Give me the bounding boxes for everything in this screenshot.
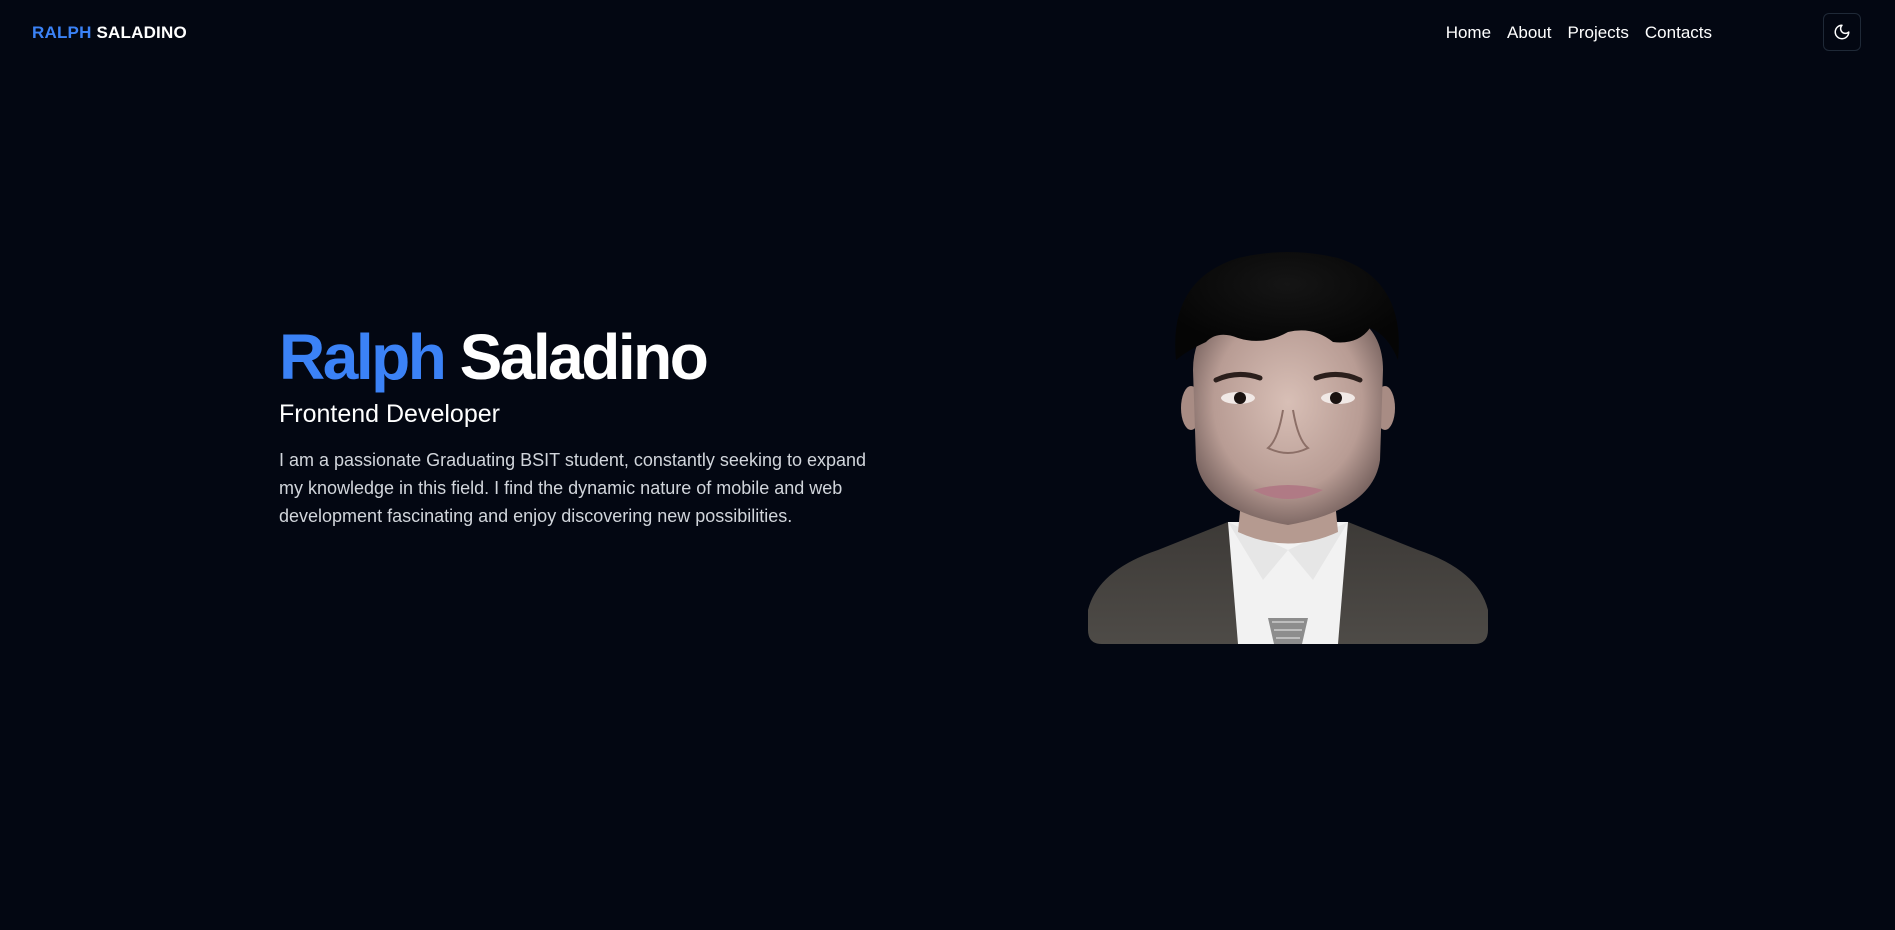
hero-name: Ralph Saladino [279, 318, 889, 396]
hero-description: I am a passionate Graduating BSIT studen… [279, 450, 867, 526]
nav-link-contacts[interactable]: Contacts [1645, 22, 1712, 44]
hero-role: Frontend Developer [279, 400, 500, 428]
site-header: RALPH SALADINO Home About Projects Conta… [0, 0, 1895, 66]
portfolio-page: RALPH SALADINO Home About Projects Conta… [0, 0, 1895, 930]
logo-first-name: RALPH [32, 23, 92, 42]
theme-toggle-button[interactable] [1823, 13, 1861, 51]
main-nav: Home About Projects Contacts [1446, 22, 1712, 44]
profile-photo [1088, 252, 1488, 644]
hero-section: Ralph Saladino Frontend Developer I am a… [279, 318, 889, 530]
nav-link-about[interactable]: About [1507, 22, 1551, 44]
logo-last-name: SALADINO [96, 23, 187, 42]
hero-last-name: Saladino [459, 321, 709, 393]
hero-first-name: Ralph [279, 321, 447, 393]
site-logo[interactable]: RALPH SALADINO [32, 22, 187, 44]
nav-link-home[interactable]: Home [1446, 22, 1491, 44]
moon-icon [1834, 24, 1850, 40]
nav-link-projects[interactable]: Projects [1567, 22, 1628, 44]
